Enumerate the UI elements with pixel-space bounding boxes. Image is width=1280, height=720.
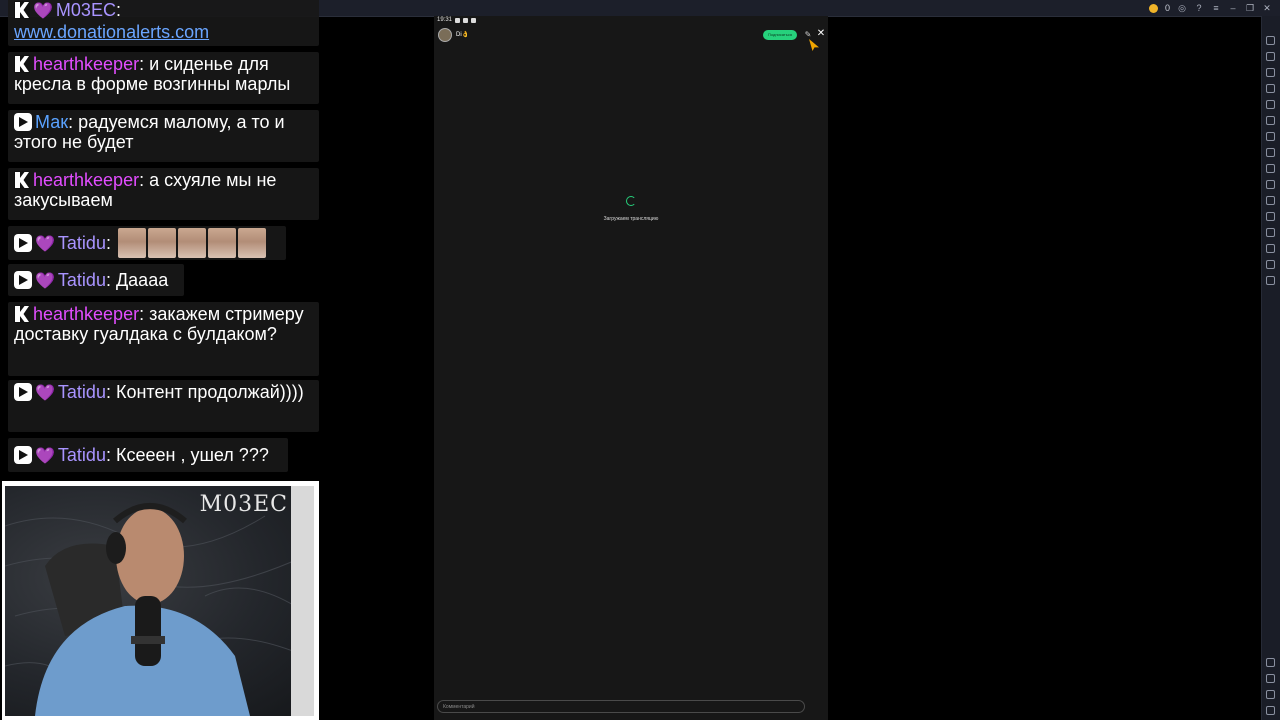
chat-message: 💜 М03ЕС: www.donationalerts.com [8, 0, 319, 46]
phone-screen: 19:31 Di👌 Подписаться ✎ ✕ Загружаем тран… [434, 16, 828, 720]
chat-separator: : [115, 0, 121, 20]
vk-play-badge-icon [14, 234, 32, 252]
chat-username: Мак [35, 112, 69, 132]
location-icon[interactable] [1266, 100, 1275, 109]
folder-icon[interactable] [1266, 180, 1275, 189]
profile-icon[interactable]: ◎ [1177, 3, 1187, 13]
coin-count: 0 [1164, 3, 1170, 13]
kick-badge-icon [14, 1, 30, 19]
trash-icon[interactable] [1266, 244, 1275, 253]
chat-message: 💜 Tatidu: Ксееен , ушел ??? [8, 438, 288, 472]
chat-text: Контент продолжай)))) [110, 382, 304, 402]
face-emote-icon [238, 228, 266, 258]
heart-badge-icon: 💜 [35, 448, 55, 465]
notification-icon [455, 17, 461, 23]
layers-icon[interactable] [1266, 260, 1275, 269]
chat-text: Даааа [110, 270, 169, 290]
restore-icon[interactable]: ❐ [1245, 3, 1255, 13]
chat-username: Tatidu [57, 382, 106, 402]
subscribe-button[interactable]: Подписаться [763, 30, 797, 40]
status-bar: 19:31 [437, 17, 477, 23]
chat-username: Tatidu [57, 270, 106, 290]
chat-link[interactable]: www.donationalerts.com [14, 22, 209, 42]
vk-play-badge-icon [14, 271, 32, 289]
title-bar-controls: 0 ◎ ? ≡ – ❐ ✕ [1148, 0, 1272, 16]
kick-badge-icon [14, 171, 30, 189]
chat-message: 💜 Tatidu: Даааа [8, 264, 184, 296]
apk-icon[interactable] [1266, 68, 1275, 77]
screen-record-icon[interactable] [1266, 52, 1275, 61]
rotate-icon[interactable] [1266, 84, 1275, 93]
host-name[interactable]: Di👌 [456, 31, 469, 38]
vk-play-badge-icon [14, 446, 32, 464]
loading-text: Загружаем трансляцию [603, 216, 659, 222]
webcam-overlay-name: М03ЕС [199, 492, 288, 517]
avatar[interactable] [438, 28, 452, 42]
eco-icon[interactable] [1266, 276, 1275, 285]
kick-badge-icon [14, 55, 30, 73]
close-icon[interactable]: ✕ [816, 29, 826, 39]
chat-username: Tatidu [57, 445, 106, 465]
chat-message: hearthkeeper: а схуяле мы не закусываем [8, 168, 319, 220]
close-icon[interactable]: ✕ [1262, 3, 1272, 13]
shake-icon[interactable] [1266, 116, 1275, 125]
menu-icon[interactable]: ≡ [1211, 3, 1221, 13]
chat-message: hearthkeeper: и сиденье для кресла в фор… [8, 52, 319, 104]
keyboard-icon[interactable] [1266, 36, 1275, 45]
copy-icon[interactable] [1266, 212, 1275, 221]
multi-instance-icon[interactable] [1266, 164, 1275, 173]
chat-message: Мак: радуемся малому, а то и этого не бу… [8, 110, 319, 162]
status-time: 19:31 [437, 17, 453, 23]
recents-icon[interactable] [1266, 706, 1275, 715]
mouse-cursor-icon [809, 39, 819, 51]
vk-play-badge-icon [14, 113, 32, 131]
tool-icon[interactable]: ✎ [803, 30, 813, 40]
settings-icon[interactable] [1266, 658, 1275, 667]
face-emote-icon [148, 228, 176, 258]
chat-username: hearthkeeper [33, 170, 140, 190]
chat-message: 💜 Tatidu: [8, 226, 286, 260]
heart-badge-icon: 💜 [33, 3, 53, 20]
loading-spinner-icon [626, 196, 636, 206]
screen: 0 ◎ ? ≡ – ❐ ✕ 💜 М03ЕС: www.donationalert… [0, 0, 1280, 720]
heart-badge-icon: 💜 [35, 236, 55, 253]
home-icon[interactable] [1266, 690, 1275, 699]
emulator-sidebar [1261, 16, 1280, 720]
webcam-illustration [5, 486, 314, 716]
back-icon[interactable] [1266, 674, 1275, 683]
expand-icon[interactable] [1266, 228, 1275, 237]
face-emote-icon [208, 228, 236, 258]
coin-icon [1148, 3, 1158, 13]
sync-icon[interactable] [1266, 196, 1275, 205]
notification-icon [463, 17, 469, 23]
face-emote-icon [118, 228, 146, 258]
notification-icon [471, 17, 477, 23]
heart-badge-icon: 💜 [35, 273, 55, 290]
chat-overlay: 💜 М03ЕС: www.donationalerts.com hearthkee… [0, 0, 320, 478]
chat-username: М03ЕС [55, 0, 116, 20]
comment-input[interactable] [437, 700, 805, 713]
minimize-icon[interactable]: – [1228, 3, 1238, 13]
screenshot-icon[interactable] [1266, 148, 1275, 157]
face-emote-icon [178, 228, 206, 258]
vk-play-badge-icon [14, 383, 32, 401]
macro-icon[interactable] [1266, 132, 1275, 141]
chat-separator: : [105, 233, 111, 253]
heart-badge-icon: 💜 [35, 385, 55, 402]
help-icon[interactable]: ? [1194, 3, 1204, 13]
chat-username: hearthkeeper [33, 54, 140, 74]
chat-message: hearthkeeper: закажем стримеру доставку … [8, 302, 319, 376]
chat-text: Ксееен , ушел ??? [110, 445, 269, 465]
chat-message: 💜 Tatidu: Контент продолжай)))) [8, 380, 319, 432]
chat-username: hearthkeeper [33, 304, 140, 324]
chat-username: Tatidu [57, 233, 106, 253]
kick-badge-icon [14, 305, 30, 323]
webcam-feed: М03ЕС [5, 486, 314, 716]
